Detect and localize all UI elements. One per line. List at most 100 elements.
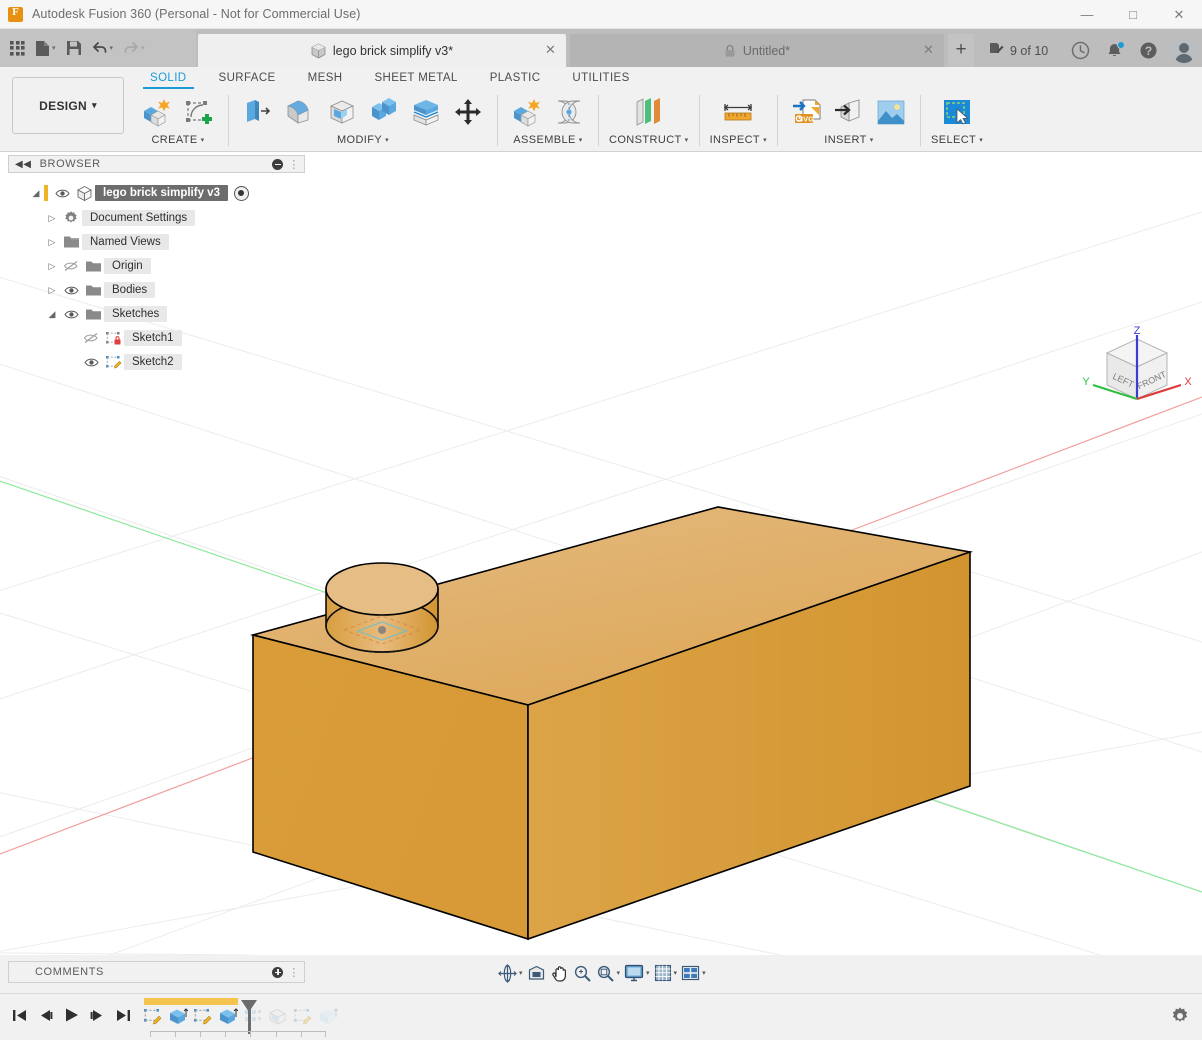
chevron-down-icon[interactable]: ▾	[870, 136, 874, 144]
tree-item-sketches[interactable]: ◢ Sketches	[8, 302, 305, 326]
pan-icon[interactable]	[549, 962, 570, 985]
minimize-button[interactable]: —	[1064, 0, 1110, 29]
split-face-icon[interactable]	[407, 93, 445, 131]
tree-item-root-component[interactable]: ◢ lego brick simplify v3	[8, 180, 305, 206]
document-tab-lego-brick[interactable]: lego brick simplify v3* ✕	[198, 34, 566, 67]
close-icon[interactable]: ✕	[921, 43, 936, 58]
ribbon-tab-sheet-metal[interactable]: SHEET METAL	[358, 67, 473, 89]
new-component-icon[interactable]	[508, 93, 546, 131]
expand-arrow-icon[interactable]: ▷	[44, 261, 60, 272]
ribbon-tab-solid[interactable]: SOLID	[134, 67, 203, 89]
job-status[interactable]: 9 of 10	[980, 34, 1056, 67]
app-grid-icon[interactable]	[6, 33, 29, 63]
ribbon-tab-utilities[interactable]: UTILITIES	[556, 67, 645, 89]
timeline-extrude-icon[interactable]	[167, 1005, 189, 1027]
new-file-icon[interactable]: ▾	[31, 33, 60, 63]
chevron-down-icon[interactable]: ▾	[385, 136, 389, 144]
visibility-eye-icon[interactable]	[51, 188, 73, 199]
chevron-down-icon[interactable]: ▾	[519, 969, 523, 977]
panel-minimize-icon[interactable]	[272, 159, 283, 170]
timeline[interactable]	[140, 996, 340, 1040]
combine-icon[interactable]	[365, 93, 403, 131]
notifications-bell-icon[interactable]	[1104, 41, 1124, 61]
tree-item-sketch2[interactable]: Sketch2	[8, 350, 305, 374]
ribbon-tab-plastic[interactable]: PLASTIC	[474, 67, 557, 89]
offset-plane-icon[interactable]	[630, 93, 668, 131]
timeline-sketch-icon[interactable]	[292, 1005, 314, 1027]
recent-activity-icon[interactable]	[1070, 41, 1090, 61]
maximize-button[interactable]: □	[1110, 0, 1156, 29]
canvas-image-icon[interactable]	[872, 93, 910, 131]
play-icon[interactable]	[60, 1002, 82, 1028]
press-pull-icon[interactable]	[239, 93, 277, 131]
timeline-sketch-icon[interactable]	[192, 1005, 214, 1027]
chevron-down-icon[interactable]: ▾	[674, 969, 678, 977]
panel-label-inspect[interactable]: INSPECT	[710, 134, 760, 146]
chevron-down-icon[interactable]: ▾	[685, 136, 689, 144]
chevron-down-icon[interactable]: ▾	[579, 136, 583, 144]
shell-icon[interactable]	[323, 93, 361, 131]
timeline-extrude-icon[interactable]	[217, 1005, 239, 1027]
timeline-extrude-icon[interactable]	[317, 1005, 339, 1027]
document-tab-untitled[interactable]: Untitled* ✕	[570, 34, 944, 67]
select-window-icon[interactable]	[938, 93, 976, 131]
visibility-eye-off-icon[interactable]	[60, 260, 82, 272]
new-document-tab-button[interactable]: +	[948, 34, 974, 67]
visibility-eye-icon[interactable]	[60, 309, 82, 320]
expand-arrow-icon[interactable]: ◢	[28, 188, 44, 199]
ribbon-tab-mesh[interactable]: MESH	[292, 67, 359, 89]
tree-item-document-settings[interactable]: ▷ Document Settings	[8, 206, 305, 230]
help-icon[interactable]: ?	[1138, 41, 1158, 61]
chevron-down-icon[interactable]: ▾	[763, 136, 767, 144]
insert-svg-icon[interactable]: SVG	[788, 93, 826, 131]
tree-item-named-views[interactable]: ▷ Named Views	[8, 230, 305, 254]
step-forward-icon[interactable]	[86, 1002, 108, 1028]
tree-item-origin[interactable]: ▷ Origin	[8, 254, 305, 278]
panel-label-select[interactable]: SELECT	[931, 134, 976, 146]
expand-arrow-icon[interactable]: ▷	[44, 285, 60, 296]
close-button[interactable]: ✕	[1156, 0, 1202, 29]
timeline-sketch-icon[interactable]	[142, 1005, 164, 1027]
visibility-eye-icon[interactable]	[60, 285, 82, 296]
display-settings-icon[interactable]: ▾	[623, 962, 651, 984]
insert-derive-icon[interactable]	[830, 93, 868, 131]
close-icon[interactable]: ✕	[543, 43, 558, 58]
chevron-down-icon[interactable]: ▾	[979, 136, 983, 144]
undo-icon[interactable]: ▾	[88, 33, 118, 63]
expand-arrow-icon[interactable]: ▷	[44, 237, 60, 248]
measure-icon[interactable]	[719, 93, 757, 131]
workspace-switcher-button[interactable]: DESIGN ▾	[12, 77, 124, 134]
grid-snaps-icon[interactable]: ▾	[653, 962, 679, 984]
fillet-icon[interactable]	[281, 93, 319, 131]
look-at-icon[interactable]	[526, 963, 547, 984]
create-sketch-icon[interactable]	[180, 93, 218, 131]
panel-grip-icon[interactable]: ⋮	[288, 158, 300, 171]
tree-item-sketch1[interactable]: Sketch1	[8, 326, 305, 350]
collapse-left-icon[interactable]: ◀◀	[15, 159, 32, 170]
panel-grip-icon[interactable]: ⋮	[288, 966, 300, 979]
chevron-down-icon[interactable]: ▾	[201, 136, 205, 144]
ribbon-tab-surface[interactable]: SURFACE	[203, 67, 292, 89]
tree-item-bodies[interactable]: ▷ Bodies	[8, 278, 305, 302]
chevron-down-icon[interactable]: ▾	[646, 969, 650, 977]
comments-panel-header[interactable]: COMMENTS ⋮	[8, 961, 305, 983]
go-to-end-icon[interactable]	[112, 1002, 134, 1028]
panel-label-assemble[interactable]: ASSEMBLE	[513, 134, 576, 146]
panel-label-insert[interactable]: INSERT	[824, 134, 867, 146]
timeline-shell-icon[interactable]	[267, 1005, 289, 1027]
settings-gear-icon[interactable]	[1168, 1004, 1192, 1028]
chevron-down-icon[interactable]: ▾	[617, 969, 621, 977]
zoom-icon[interactable]	[572, 962, 593, 985]
add-comment-icon[interactable]	[272, 967, 283, 978]
viewports-icon[interactable]: ▾	[680, 963, 707, 984]
joint-icon[interactable]	[550, 93, 588, 131]
move-copy-icon[interactable]	[449, 93, 487, 131]
zoom-window-icon[interactable]: ▾	[595, 962, 622, 985]
expand-arrow-icon[interactable]: ◢	[44, 309, 60, 320]
save-icon[interactable]	[62, 33, 86, 63]
step-back-icon[interactable]	[34, 1002, 56, 1028]
panel-label-create[interactable]: CREATE	[151, 134, 197, 146]
expand-arrow-icon[interactable]: ▷	[44, 213, 60, 224]
visibility-eye-off-icon[interactable]	[80, 332, 102, 344]
go-to-beginning-icon[interactable]	[8, 1002, 30, 1028]
